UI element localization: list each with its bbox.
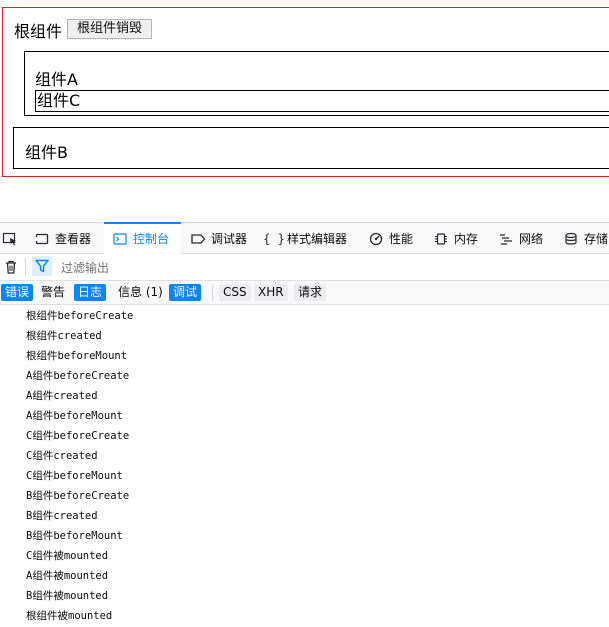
filter-output-input[interactable]: 过滤输出: [61, 259, 109, 276]
console-filter-bar: 过滤输出: [0, 254, 609, 281]
log-level-filters: 错误 警告 日志 信息 (1) 调试 CSS XHR 请求: [0, 281, 609, 305]
levels-divider: [212, 285, 213, 301]
tab-performance[interactable]: 性能: [368, 223, 418, 254]
console-message: 根组件beforeMount: [26, 350, 128, 362]
console-message: B组件created: [26, 510, 98, 522]
toolbar-divider: [25, 258, 26, 276]
tab-storage[interactable]: 存储: [563, 223, 609, 254]
component-b: 组件B: [13, 127, 609, 169]
filter-icon[interactable]: [32, 256, 52, 276]
level-debug[interactable]: 调试: [169, 284, 202, 301]
tab-console[interactable]: 控制台: [104, 222, 181, 254]
console-message: B组件beforeMount: [26, 530, 123, 542]
tab-debugger-label: 调试器: [211, 232, 248, 246]
root-title: 根组件: [14, 22, 63, 41]
tab-memory[interactable]: 内存: [433, 223, 483, 254]
devtools-panel: 查看器 控制台 调试器 { } 样式编辑器 性能 内存 网络 存储 过滤输出 错…: [0, 222, 609, 627]
console-message: 根组件被mounted: [26, 610, 113, 622]
console-message: C组件被mounted: [26, 550, 109, 562]
level-logs[interactable]: 日志: [74, 284, 107, 301]
console-message: A组件beforeMount: [26, 410, 123, 422]
inspector-icon: [34, 231, 50, 247]
console-message: A组件被mounted: [26, 570, 109, 582]
level-xhr[interactable]: XHR: [254, 284, 288, 301]
component-a-label: 组件A: [35, 70, 78, 89]
console-message: 根组件created: [26, 330, 102, 342]
tab-memory-label: 内存: [454, 232, 479, 246]
tab-performance-label: 性能: [389, 232, 414, 246]
storage-icon: [563, 231, 579, 247]
tab-storage-label: 存储: [584, 232, 609, 246]
console-message: B组件被mounted: [26, 590, 109, 602]
tab-style-editor[interactable]: { } 样式编辑器: [263, 223, 354, 254]
level-requests[interactable]: 请求: [294, 284, 327, 301]
console-message: 根组件beforeCreate: [26, 310, 134, 322]
level-css[interactable]: CSS: [219, 284, 251, 301]
memory-icon: [433, 231, 449, 247]
tab-console-label: 控制台: [133, 232, 170, 246]
root-component: 根组件 根组件销毁 组件A 组件C 组件B: [2, 7, 609, 177]
console-message: C组件beforeMount: [26, 470, 123, 482]
destroy-root-button[interactable]: 根组件销毁: [67, 19, 153, 39]
tab-debugger[interactable]: 调试器: [190, 223, 256, 254]
console-message: C组件beforeCreate: [26, 430, 130, 442]
component-c: 组件C: [35, 90, 609, 112]
level-errors[interactable]: 错误: [1, 284, 34, 301]
level-info[interactable]: 信息 (1): [114, 284, 167, 301]
network-icon: [498, 231, 514, 247]
tab-style-editor-label: 样式编辑器: [287, 232, 348, 246]
element-picker-icon[interactable]: [2, 231, 18, 247]
debugger-icon: [190, 231, 206, 247]
performance-icon: [368, 231, 384, 247]
level-warnings[interactable]: 警告: [37, 284, 69, 301]
console-message: C组件created: [26, 450, 98, 462]
style-editor-icon: { }: [263, 231, 285, 246]
tab-network[interactable]: 网络: [498, 223, 548, 254]
trash-icon[interactable]: [3, 259, 19, 275]
tab-inspector[interactable]: 查看器: [34, 223, 98, 254]
console-message: A组件beforeCreate: [26, 370, 130, 382]
component-a: 组件A 组件C: [24, 51, 609, 116]
tab-network-label: 网络: [519, 232, 544, 246]
tab-inspector-label: 查看器: [55, 232, 92, 246]
console-icon: [112, 231, 128, 247]
devtools-toolbar: 查看器 控制台 调试器 { } 样式编辑器 性能 内存 网络 存储: [0, 222, 609, 254]
console-message: B组件beforeCreate: [26, 490, 130, 502]
console-message: A组件created: [26, 390, 98, 402]
